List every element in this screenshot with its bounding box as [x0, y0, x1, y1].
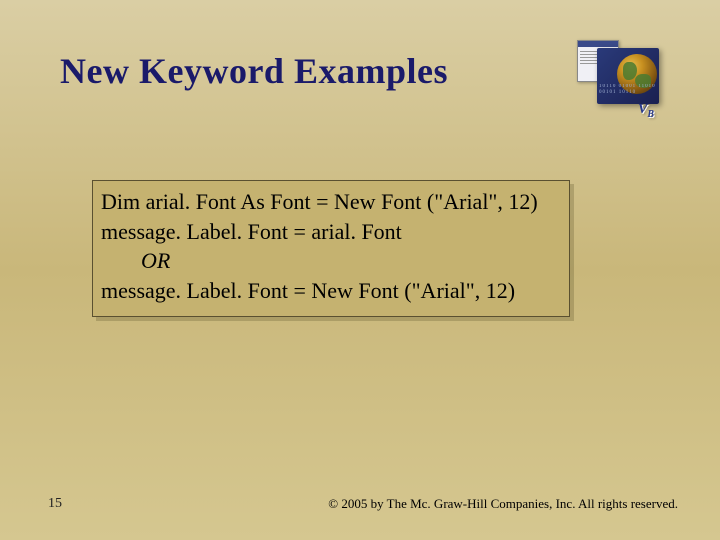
slide: New Keyword Examples 10110 01001 11010 0…	[0, 0, 720, 540]
page-number: 15	[48, 496, 62, 512]
code-example-box: Dim arial. Font As Font = New Font ("Ari…	[92, 180, 570, 317]
copyright-text: © 2005 by The Mc. Graw-Hill Companies, I…	[328, 496, 678, 512]
globe-box-icon: 10110 01001 11010 00101 10110	[597, 48, 659, 104]
code-line-3: message. Label. Font = New Font ("Arial"…	[101, 276, 561, 306]
corner-graphic: 10110 01001 11010 00101 10110 VB	[577, 40, 662, 116]
slide-title: New Keyword Examples	[60, 50, 448, 92]
code-or: OR	[101, 246, 561, 276]
code-line-2: message. Label. Font = arial. Font	[101, 217, 561, 247]
vb-logo: VB	[638, 102, 654, 120]
code-line-1: Dim arial. Font As Font = New Font ("Ari…	[101, 187, 561, 217]
